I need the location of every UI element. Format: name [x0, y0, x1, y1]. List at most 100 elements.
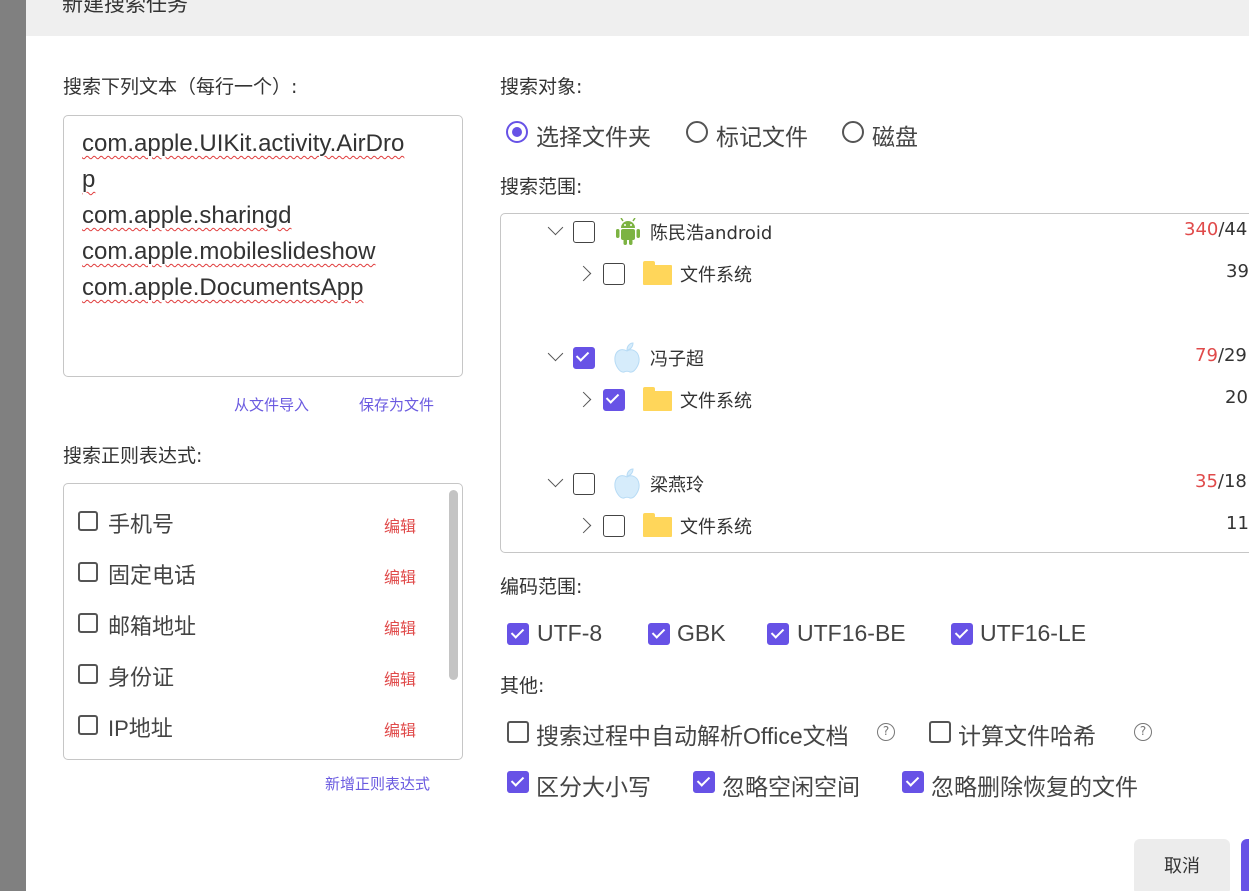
regex-checkbox[interactable] — [78, 715, 98, 735]
regex-edit-link[interactable]: 编辑 — [384, 564, 416, 588]
android-icon — [616, 218, 640, 245]
hit-count: 35 — [1195, 471, 1218, 492]
regex-item-label: 身份证 — [108, 665, 175, 690]
tree-device-row[interactable]: 梁燕玲 35/18 — [501, 468, 1249, 499]
chevron-down-icon[interactable] — [547, 471, 564, 488]
help-icon[interactable]: ? — [877, 723, 895, 741]
tree-count: 340/44 — [1184, 219, 1247, 240]
radio-button[interactable] — [506, 121, 528, 143]
scope-tree: 陈民浩android 340/44 文件系统 39 冯子超 79/29 文件系统 — [500, 213, 1249, 553]
regex-checkbox[interactable] — [78, 613, 98, 633]
regex-item-label: 固定电话 — [108, 563, 197, 588]
regex-item-id-card: 身份证 编辑 — [78, 660, 418, 690]
apple-icon — [614, 468, 640, 499]
regex-edit-link[interactable]: 编辑 — [384, 717, 416, 741]
regex-list: 手机号 编辑 固定电话 编辑 邮箱地址 编辑 身份证 编辑 IP地址 编辑 — [63, 483, 463, 760]
option-checkbox[interactable] — [507, 771, 529, 793]
search-text-line: com.apple.DocumentsApp — [82, 274, 364, 301]
option-checkbox[interactable] — [929, 721, 951, 743]
dialog-title: 新建搜索任务 — [62, 0, 188, 16]
folder-icon — [643, 513, 672, 537]
regex-item-label: IP地址 — [108, 716, 173, 741]
tree-count: 39 — [1226, 261, 1249, 282]
apple-icon — [614, 342, 640, 373]
tree-count: 20 — [1225, 387, 1248, 408]
encoding-label: 编码范围: — [500, 576, 583, 598]
tree-device-row[interactable]: 陈民浩android 340/44 — [501, 216, 1249, 246]
import-from-file-link[interactable]: 从文件导入 — [234, 394, 309, 415]
tree-device-name: 陈民浩android — [650, 223, 773, 244]
cancel-button[interactable]: 取消 — [1134, 839, 1230, 891]
option-label: 忽略删除恢复的文件 — [931, 774, 1138, 800]
tree-count: 79/29 — [1195, 345, 1247, 366]
encoding-item-label: UTF-8 — [537, 620, 603, 646]
regex-checkbox[interactable] — [78, 511, 98, 531]
option-label: 搜索过程中自动解析Office文档 — [536, 723, 849, 749]
tree-checkbox[interactable] — [603, 389, 625, 411]
tree-checkbox[interactable] — [573, 347, 595, 369]
radio-button[interactable] — [842, 121, 864, 143]
tree-folder-row[interactable]: 文件系统 11 — [501, 510, 1249, 540]
search-text-line: p — [82, 166, 96, 193]
tree-count: 35/18 — [1195, 471, 1247, 492]
option-label: 区分大小写 — [536, 774, 651, 800]
chevron-right-icon[interactable] — [575, 517, 592, 534]
encoding-checkbox[interactable] — [507, 623, 529, 645]
encoding-checkbox[interactable] — [767, 623, 789, 645]
radio-button[interactable] — [686, 121, 708, 143]
tree-folder-name: 文件系统 — [680, 391, 752, 412]
regex-item-ip: IP地址 编辑 — [78, 711, 418, 741]
option-label: 计算文件哈希 — [958, 723, 1096, 749]
encoding-item-label: UTF16-LE — [980, 620, 1087, 646]
regex-edit-link[interactable]: 编辑 — [384, 666, 416, 690]
tree-device-row[interactable]: 冯子超 79/29 — [501, 342, 1249, 373]
search-text-input[interactable]: com.apple.UIKit.activity.AirDro p com.ap… — [63, 115, 463, 377]
tree-checkbox[interactable] — [573, 473, 595, 495]
total-count: /44 — [1218, 219, 1248, 240]
regex-item-label: 手机号 — [108, 512, 175, 537]
search-text-line: com.apple.mobileslideshow — [82, 238, 376, 265]
tree-checkbox[interactable] — [603, 263, 625, 285]
regex-edit-link[interactable]: 编辑 — [384, 615, 416, 639]
option-checkbox[interactable] — [507, 721, 529, 743]
tree-folder-name: 文件系统 — [680, 265, 752, 286]
search-text-label: 搜索下列文本（每行一个）: — [63, 76, 298, 98]
chevron-right-icon[interactable] — [575, 391, 592, 408]
folder-icon — [643, 387, 672, 411]
help-icon[interactable]: ? — [1134, 723, 1152, 741]
hit-count: 79 — [1195, 345, 1218, 366]
chevron-right-icon[interactable] — [575, 265, 592, 282]
hit-count: 340 — [1184, 219, 1219, 240]
search-text-line: com.apple.UIKit.activity.AirDro — [82, 130, 405, 157]
regex-edit-link[interactable]: 编辑 — [384, 513, 416, 537]
add-regex-link[interactable]: 新增正则表达式 — [325, 773, 430, 794]
encoding-checkbox[interactable] — [648, 623, 670, 645]
total-count: /18 — [1217, 471, 1247, 492]
new-search-task-dialog: 新建搜索任务 搜索下列文本（每行一个）: com.apple.UIKit.act… — [26, 0, 1249, 891]
tree-count: 11 — [1226, 513, 1249, 534]
regex-scrollbar[interactable] — [449, 490, 458, 680]
search-scope-label: 搜索范围: — [500, 176, 583, 198]
dialog-header: 新建搜索任务 — [26, 0, 1249, 36]
chevron-down-icon[interactable] — [547, 345, 564, 362]
save-as-file-link[interactable]: 保存为文件 — [359, 394, 434, 415]
encoding-checkbox[interactable] — [951, 623, 973, 645]
search-target-label: 搜索对象: — [500, 76, 583, 98]
tree-checkbox[interactable] — [603, 515, 625, 537]
option-label: 忽略空闲空间 — [722, 774, 860, 800]
tree-checkbox[interactable] — [573, 221, 595, 243]
regex-item-phone: 手机号 编辑 — [78, 507, 418, 537]
regex-item-landline: 固定电话 编辑 — [78, 558, 418, 588]
target-option-label: 磁盘 — [872, 124, 918, 150]
option-checkbox[interactable] — [902, 771, 924, 793]
confirm-button[interactable] — [1241, 839, 1249, 891]
regex-item-email: 邮箱地址 编辑 — [78, 609, 418, 639]
regex-checkbox[interactable] — [78, 562, 98, 582]
option-checkbox[interactable] — [693, 771, 715, 793]
regex-checkbox[interactable] — [78, 664, 98, 684]
tree-folder-row[interactable]: 文件系统 20 — [501, 384, 1249, 414]
tree-device-name: 梁燕玲 — [650, 475, 704, 496]
chevron-down-icon[interactable] — [547, 219, 564, 236]
tree-folder-row[interactable]: 文件系统 39 — [501, 258, 1249, 288]
target-option-label: 标记文件 — [716, 124, 808, 150]
